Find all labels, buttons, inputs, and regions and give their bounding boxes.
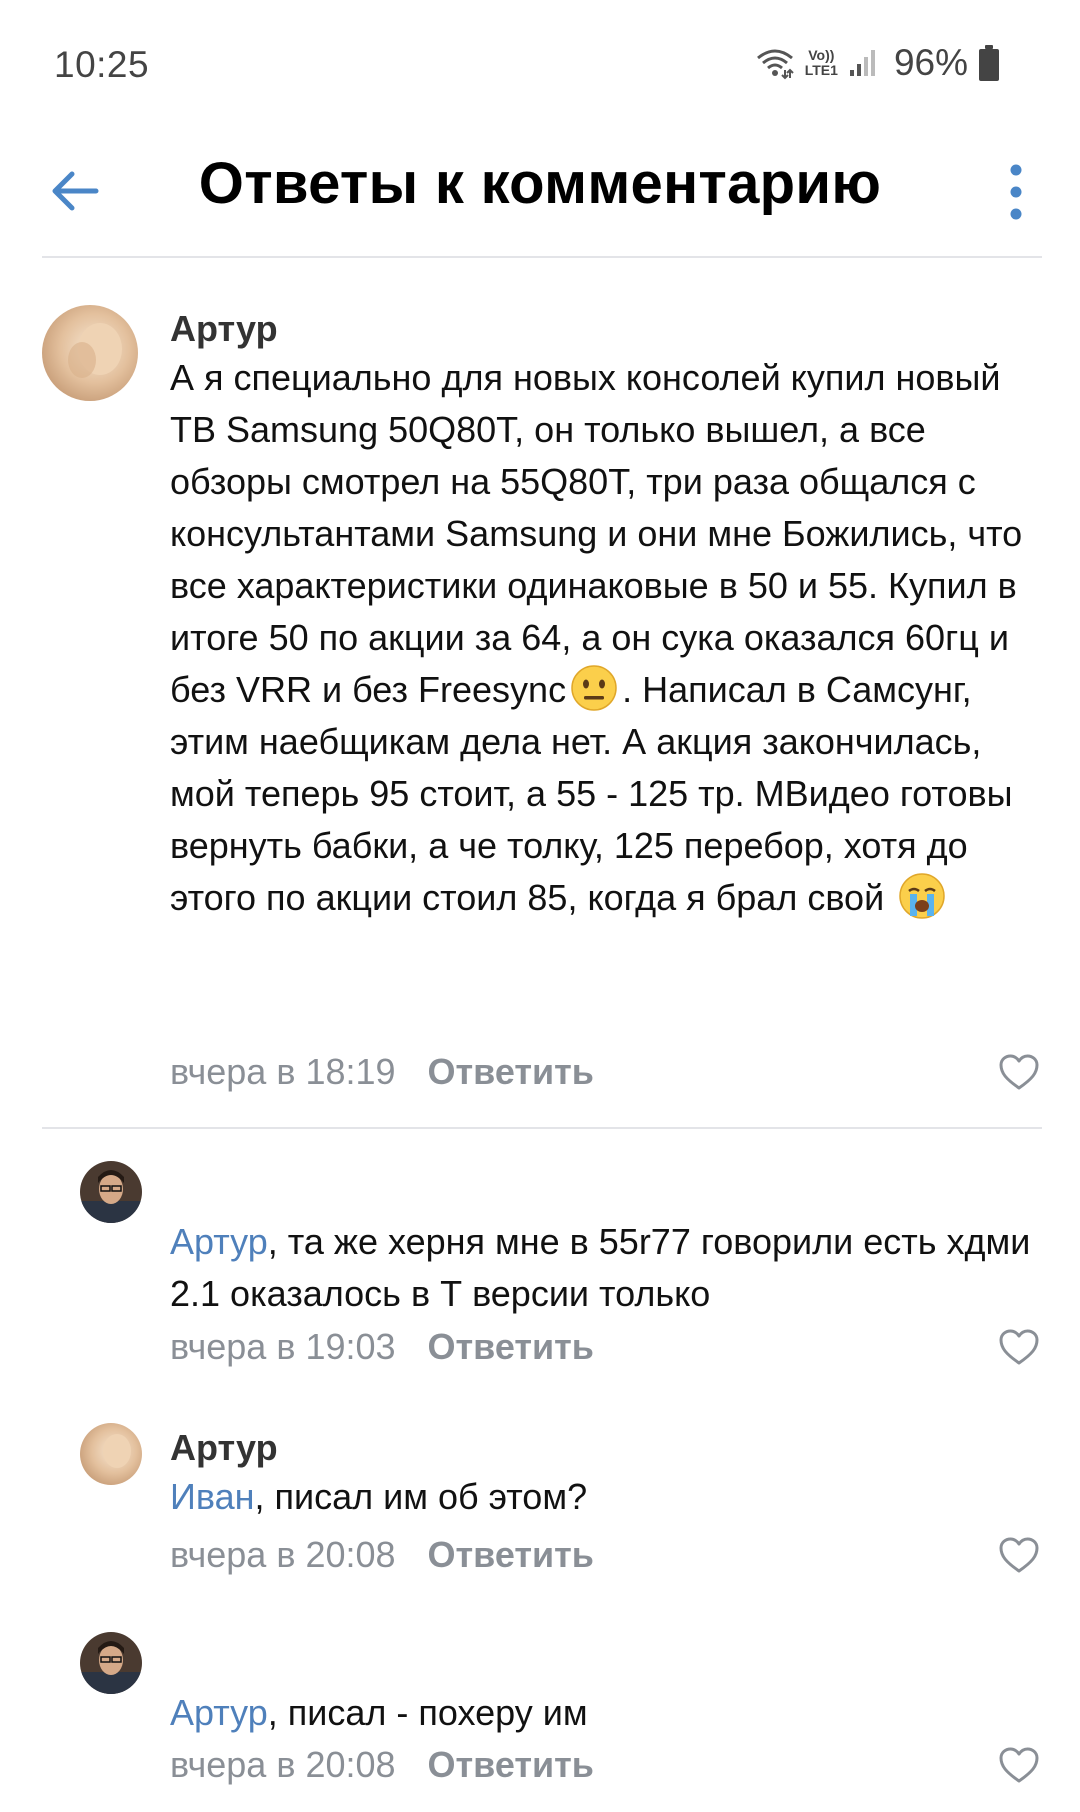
comment-text-part: , писал им об этом? bbox=[254, 1476, 588, 1517]
comment-body: Артур, писал - похеру им bbox=[170, 1687, 1042, 1739]
comment-time: вчера в 20:08 bbox=[170, 1744, 396, 1785]
signal-icon bbox=[849, 50, 875, 76]
avatar-image bbox=[80, 1423, 142, 1485]
lte-label: LTE1 bbox=[804, 62, 838, 78]
status-icons: Vo)) LTE1 96% bbox=[755, 42, 1000, 84]
comment-time: вчера в 19:03 bbox=[170, 1326, 396, 1367]
mention-link[interactable]: Иван bbox=[170, 1476, 255, 1517]
comment-text: Артур, та же херня мне в 55r77 говорили … bbox=[170, 1216, 1042, 1320]
mention-link[interactable]: Артур bbox=[170, 1692, 268, 1733]
comment-meta: вчера в 20:08 Ответить bbox=[170, 1530, 594, 1580]
comment-author[interactable]: Артур bbox=[170, 1425, 1042, 1471]
comment-time: вчера в 18:19 bbox=[170, 1051, 396, 1092]
avatar[interactable] bbox=[42, 305, 138, 401]
heart-icon[interactable] bbox=[998, 1053, 1040, 1091]
reply-button[interactable]: Ответить bbox=[428, 1534, 594, 1576]
comment-text: Артур, писал - похеру им bbox=[170, 1687, 1042, 1739]
status-time: 10:25 bbox=[54, 44, 150, 85]
comment-meta: вчера в 20:08 Ответить bbox=[170, 1740, 594, 1790]
comment-body: Артур Иван, писал им об этом? bbox=[170, 1425, 1042, 1523]
battery-percent: 96% bbox=[893, 42, 968, 83]
avatar-image bbox=[42, 305, 138, 401]
comment-text-part: А я специально для новых консолей купил … bbox=[170, 357, 1023, 710]
reply-button[interactable]: Ответить bbox=[428, 1744, 594, 1786]
avatar[interactable] bbox=[80, 1161, 142, 1223]
avatar-image bbox=[80, 1161, 142, 1223]
comment-meta: вчера в 19:03 Ответить bbox=[170, 1322, 594, 1372]
heart-icon[interactable] bbox=[998, 1746, 1040, 1784]
wifi-icon bbox=[756, 49, 794, 80]
comment-body: Артур, та же херня мне в 55r77 говорили … bbox=[170, 1216, 1042, 1320]
battery-icon bbox=[979, 45, 999, 81]
crying-face-emoji bbox=[899, 873, 945, 919]
comment-text-part: , писал - похеру им bbox=[267, 1692, 588, 1733]
comment-author[interactable]: Артур bbox=[170, 306, 1042, 352]
reply-button[interactable]: Ответить bbox=[428, 1326, 594, 1368]
avatar[interactable] bbox=[80, 1632, 142, 1694]
more-vertical-icon[interactable] bbox=[996, 156, 1036, 228]
header-divider bbox=[42, 256, 1042, 258]
comment-meta: вчера в 18:19 Ответить bbox=[170, 1047, 594, 1097]
heart-icon[interactable] bbox=[998, 1536, 1040, 1574]
mention-link[interactable]: Артур bbox=[170, 1221, 268, 1262]
comment-text: А я специально для новых консолей купил … bbox=[170, 352, 1042, 924]
volte-label: Vo)) bbox=[808, 47, 835, 63]
page-title: Ответы к комментарию bbox=[198, 151, 882, 216]
app-header: Ответы к комментарию bbox=[0, 130, 1080, 258]
neutral-face-emoji bbox=[571, 665, 617, 711]
status-bar: 10:25 Vo)) LTE1 96% bbox=[0, 0, 1080, 130]
comment-time: вчера в 20:08 bbox=[170, 1534, 396, 1575]
comment-body: Артур А я специально для новых консолей … bbox=[170, 306, 1042, 924]
avatar-image bbox=[80, 1632, 142, 1694]
heart-icon[interactable] bbox=[998, 1328, 1040, 1366]
comment-text: Иван, писал им об этом? bbox=[170, 1471, 1042, 1523]
comment-text-part: , та же херня мне в 55r77 говорили есть … bbox=[170, 1221, 1031, 1314]
volte-icon: Vo)) LTE1 bbox=[805, 48, 838, 78]
reply-button[interactable]: Ответить bbox=[428, 1051, 594, 1093]
avatar[interactable] bbox=[80, 1423, 142, 1485]
comment-divider bbox=[42, 1127, 1042, 1129]
